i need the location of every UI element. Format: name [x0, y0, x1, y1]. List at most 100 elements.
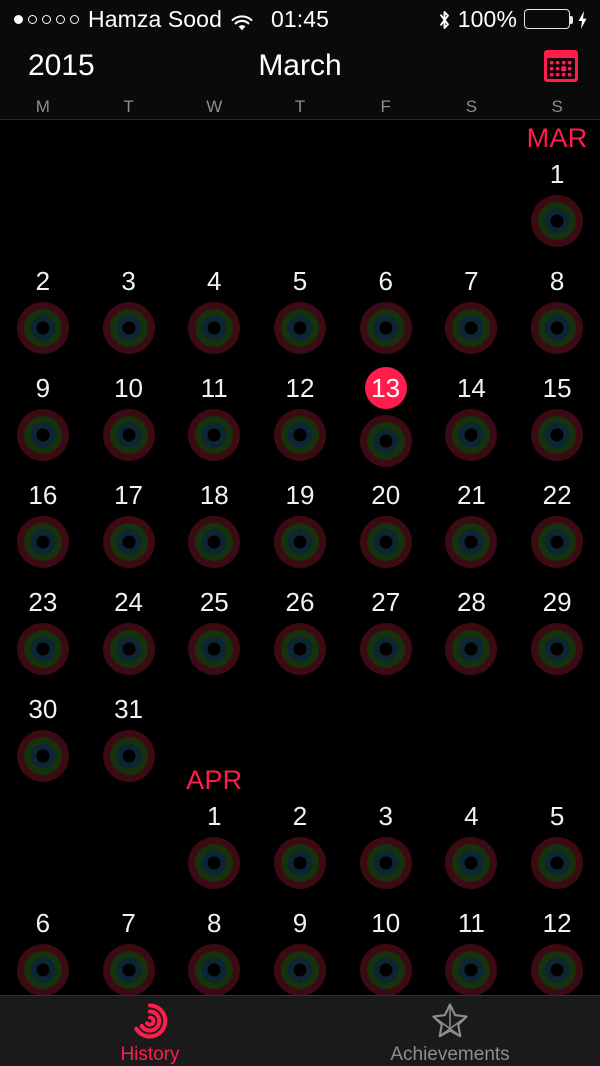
- day-activity-rings: [359, 516, 412, 573]
- day-number: 23: [28, 587, 58, 617]
- calendar-grid: MAR 1 2 3 4 5 6 7 8 9 10 11 12 13 14 15 16 17 18 19 20 21 22 23…: [0, 121, 600, 995]
- day-cell[interactable]: 10: [343, 908, 429, 995]
- activity-rings-icon: [16, 516, 69, 568]
- day-cell[interactable]: 16: [0, 480, 86, 573]
- day-activity-rings: [102, 302, 155, 359]
- day-cell[interactable]: 14: [429, 373, 515, 466]
- day-number-today: 13: [364, 367, 407, 409]
- day-number: 7: [121, 908, 136, 938]
- day-cell[interactable]: 8: [514, 266, 600, 359]
- star-icon: [429, 1000, 471, 1042]
- day-number: 20: [371, 480, 401, 510]
- day-activity-rings: [102, 409, 155, 466]
- day-activity-rings: [359, 623, 412, 680]
- activity-rings-icon: [531, 837, 584, 889]
- day-cell[interactable]: 9: [0, 373, 86, 466]
- day-cell[interactable]: 21: [429, 480, 515, 573]
- tab-history-label: History: [120, 1044, 180, 1065]
- bluetooth-icon: [438, 9, 451, 29]
- day-cell[interactable]: 5: [257, 266, 343, 359]
- day-cell[interactable]: 2: [0, 266, 86, 359]
- activity-rings-icon: [445, 302, 498, 354]
- day-cell[interactable]: 11: [429, 908, 515, 995]
- day-cell[interactable]: 25: [171, 587, 257, 680]
- day-number: 4: [464, 801, 479, 831]
- day-cell[interactable]: 3: [343, 801, 429, 894]
- day-cell[interactable]: 6: [343, 266, 429, 359]
- day-number: 7: [464, 266, 479, 296]
- day-number: 2: [35, 266, 51, 296]
- day-number: 17: [114, 480, 144, 510]
- day-cell[interactable]: 7: [86, 908, 172, 995]
- weekday-label-2: W: [206, 96, 223, 116]
- day-activity-rings: [359, 302, 412, 359]
- activity-rings-icon: [273, 409, 326, 461]
- day-activity-rings: [273, 409, 326, 466]
- day-cell[interactable]: 11: [171, 373, 257, 466]
- day-number: 3: [121, 266, 136, 296]
- weekday-header: M T W T F S S: [0, 94, 600, 120]
- day-cell[interactable]: 13: [343, 367, 429, 472]
- day-cell[interactable]: 18: [171, 480, 257, 573]
- day-activity-rings: [188, 623, 241, 680]
- activity-rings-icon: [16, 409, 69, 461]
- day-cell[interactable]: 20: [343, 480, 429, 573]
- day-number: 18: [199, 480, 229, 510]
- calendar-button[interactable]: [542, 47, 580, 85]
- day-cell[interactable]: 9: [257, 908, 343, 995]
- day-cell[interactable]: 30: [0, 694, 86, 787]
- day-cell[interactable]: 1: [171, 801, 257, 894]
- day-number: 26: [285, 587, 315, 617]
- day-activity-rings: [102, 730, 155, 787]
- calendar-scroll-area[interactable]: MAR 1 2 3 4 5 6 7 8 9 10 11 12 13 14 15 16 17 18 19 20 21 22 23…: [0, 121, 600, 995]
- activity-rings-icon: [531, 409, 584, 461]
- day-number: 10: [114, 373, 144, 403]
- day-cell[interactable]: 17: [86, 480, 172, 573]
- day-number: 28: [456, 587, 486, 617]
- day-cell[interactable]: 31: [86, 694, 172, 787]
- day-cell[interactable]: 5: [514, 801, 600, 894]
- day-cell[interactable]: 29: [514, 587, 600, 680]
- activity-rings-icon: [188, 516, 241, 568]
- day-activity-rings: [188, 944, 241, 995]
- activity-rings-icon: [359, 623, 412, 675]
- activity-rings-icon: [102, 409, 155, 461]
- day-cell[interactable]: 28: [429, 587, 515, 680]
- tab-achievements-label: Achievements: [390, 1044, 510, 1065]
- day-number: 8: [549, 266, 565, 296]
- day-activity-rings: [16, 730, 69, 787]
- activity-rings-icon: [531, 623, 584, 675]
- battery-icon: [524, 9, 573, 29]
- calendar-icon: [544, 50, 578, 82]
- day-cell[interactable]: 2: [257, 801, 343, 894]
- activity-rings-icon: [16, 623, 69, 675]
- activity-rings-icon: [531, 944, 584, 995]
- day-activity-rings: [359, 415, 412, 472]
- day-number: 1: [549, 159, 565, 189]
- activity-rings-icon: [102, 623, 155, 675]
- battery-cap: [570, 16, 573, 24]
- day-number: 27: [371, 587, 401, 617]
- day-cell[interactable]: 23: [0, 587, 86, 680]
- day-cell[interactable]: 15: [514, 373, 600, 466]
- activity-rings-icon: [531, 302, 584, 354]
- day-cell[interactable]: 12: [514, 908, 600, 995]
- tab-achievements[interactable]: Achievements: [300, 996, 600, 1066]
- lightning-bolt-icon: [577, 9, 588, 29]
- day-cell[interactable]: 1: [514, 159, 600, 252]
- day-cell[interactable]: 3: [86, 266, 172, 359]
- day-cell[interactable]: 6: [0, 908, 86, 995]
- day-cell[interactable]: 26: [257, 587, 343, 680]
- day-activity-rings: [188, 837, 241, 894]
- day-cell[interactable]: 12: [257, 373, 343, 466]
- day-cell[interactable]: 27: [343, 587, 429, 680]
- day-cell[interactable]: 10: [86, 373, 172, 466]
- day-cell[interactable]: 19: [257, 480, 343, 573]
- day-cell[interactable]: 7: [429, 266, 515, 359]
- day-cell[interactable]: 22: [514, 480, 600, 573]
- day-cell[interactable]: 8: [171, 908, 257, 995]
- day-cell[interactable]: 4: [171, 266, 257, 359]
- day-cell[interactable]: 24: [86, 587, 172, 680]
- day-cell[interactable]: 4: [429, 801, 515, 894]
- tab-history[interactable]: History: [0, 996, 300, 1066]
